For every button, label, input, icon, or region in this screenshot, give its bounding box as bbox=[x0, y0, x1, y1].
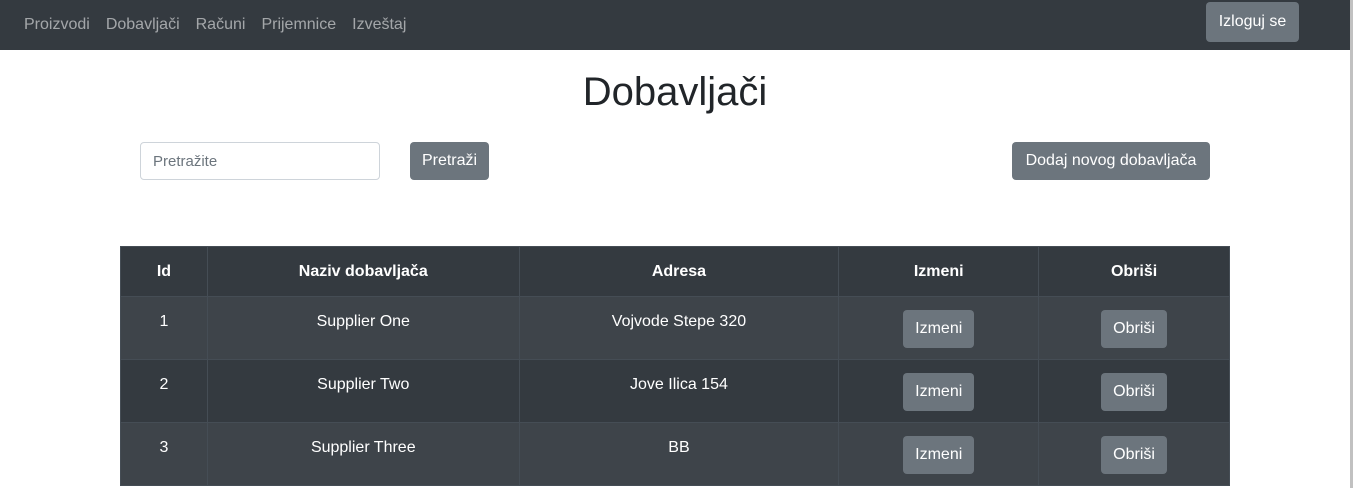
nav-link-izvestaj[interactable]: Izveštaj bbox=[344, 3, 414, 47]
nav-link-racuni[interactable]: Računi bbox=[188, 3, 254, 47]
cell-edit: Izmeni bbox=[838, 422, 1040, 486]
cell-delete: Obriši bbox=[1038, 422, 1230, 486]
table-row: 2 Supplier Two Jove Ilica 154 Izmeni Obr… bbox=[120, 359, 1230, 423]
table-header-row: Id Naziv dobavljača Adresa Izmeni Obriši bbox=[120, 246, 1230, 297]
cell-id: 2 bbox=[120, 359, 208, 423]
nav-links: Proizvodi Dobavljači Računi Prijemnice I… bbox=[16, 3, 414, 47]
cell-edit: Izmeni bbox=[838, 296, 1040, 360]
nav-link-proizvodi[interactable]: Proizvodi bbox=[16, 3, 98, 47]
delete-button[interactable]: Obriši bbox=[1101, 373, 1167, 411]
cell-name: Supplier One bbox=[206, 296, 520, 360]
search-button[interactable]: Pretraži bbox=[410, 142, 489, 180]
cell-address: Vojvode Stepe 320 bbox=[518, 296, 840, 360]
cell-edit: Izmeni bbox=[838, 359, 1040, 423]
nav-link-dobavljaci[interactable]: Dobavljači bbox=[98, 3, 188, 47]
add-supplier-button[interactable]: Dodaj novog dobavljača bbox=[1012, 142, 1210, 180]
nav-link-prijemnice[interactable]: Prijemnice bbox=[253, 3, 344, 47]
cell-delete: Obriši bbox=[1038, 359, 1230, 423]
cell-id: 3 bbox=[120, 422, 208, 486]
header-delete: Obriši bbox=[1038, 246, 1230, 297]
header-name: Naziv dobavljača bbox=[206, 246, 520, 297]
logout-button[interactable]: Izloguj se bbox=[1206, 2, 1299, 42]
cell-delete: Obriši bbox=[1038, 296, 1230, 360]
table-row: 3 Supplier Three BB Izmeni Obriši bbox=[120, 422, 1230, 486]
edit-button[interactable]: Izmeni bbox=[903, 436, 975, 474]
edit-button[interactable]: Izmeni bbox=[903, 310, 975, 348]
delete-button[interactable]: Obriši bbox=[1101, 310, 1167, 348]
page-title: Dobavljači bbox=[582, 70, 768, 114]
suppliers-table: Id Naziv dobavljača Adresa Izmeni Obriši… bbox=[120, 246, 1230, 486]
cell-address: Jove Ilica 154 bbox=[518, 359, 840, 423]
cell-address: BB bbox=[518, 422, 840, 486]
header-address: Adresa bbox=[518, 246, 840, 297]
top-navbar: Proizvodi Dobavljači Računi Prijemnice I… bbox=[0, 0, 1350, 50]
edit-button[interactable]: Izmeni bbox=[903, 373, 975, 411]
cell-name: Supplier Two bbox=[206, 359, 520, 423]
cell-name: Supplier Three bbox=[206, 422, 520, 486]
table-row: 1 Supplier One Vojvode Stepe 320 Izmeni … bbox=[120, 296, 1230, 360]
search-input[interactable] bbox=[140, 142, 380, 180]
delete-button[interactable]: Obriši bbox=[1101, 436, 1167, 474]
cell-id: 1 bbox=[120, 296, 208, 360]
header-edit: Izmeni bbox=[838, 246, 1040, 297]
header-id: Id bbox=[120, 246, 208, 297]
